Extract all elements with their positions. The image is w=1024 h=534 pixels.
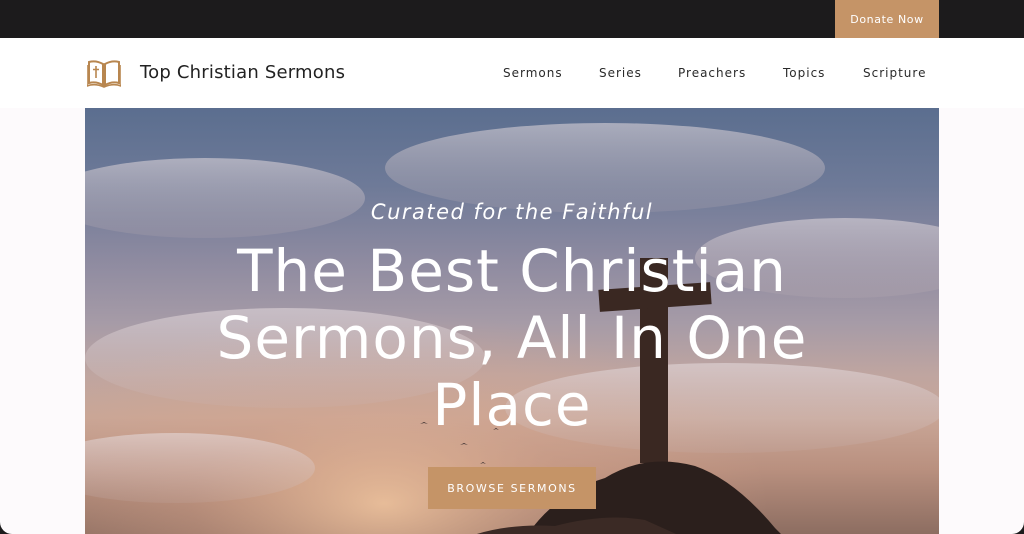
- nav-preachers[interactable]: Preachers: [678, 66, 746, 80]
- hero-banner: Curated for the Faithful The Best Christ…: [85, 108, 939, 534]
- browse-sermons-button[interactable]: BROWSE SERMONS: [428, 467, 596, 509]
- brand-link[interactable]: Top Christian Sermons: [140, 62, 345, 83]
- hero-kicker: Curated for the Faithful: [370, 200, 654, 224]
- nav-series[interactable]: Series: [599, 66, 642, 80]
- top-bar: Donate Now: [0, 0, 1024, 38]
- page-sheet: Top Christian Sermons Sermons Series Pre…: [0, 38, 1024, 534]
- bible-cross-icon[interactable]: [87, 58, 121, 88]
- hero-headline: The Best Christian Sermons, All In One P…: [216, 237, 808, 439]
- site-header: Top Christian Sermons Sermons Series Pre…: [0, 38, 1024, 108]
- nav-topics[interactable]: Topics: [783, 66, 825, 80]
- nav-sermons[interactable]: Sermons: [503, 66, 563, 80]
- donate-button[interactable]: Donate Now: [835, 0, 939, 38]
- nav-scripture[interactable]: Scripture: [863, 66, 926, 80]
